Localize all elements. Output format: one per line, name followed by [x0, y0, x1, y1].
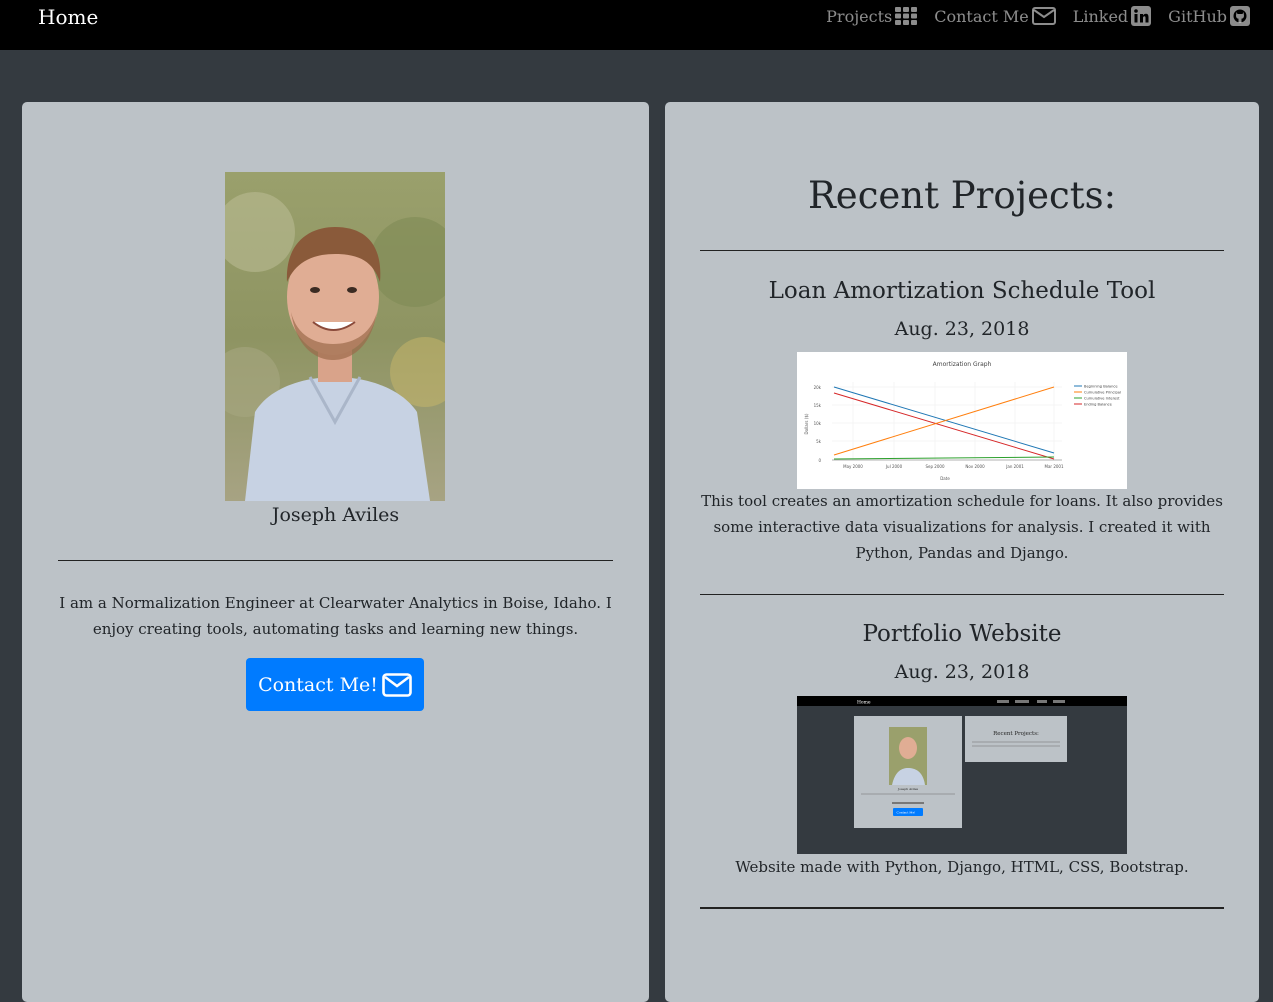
thumb-xtick: Jan 2001 — [1005, 464, 1024, 469]
thumb-xtick: Nov 2000 — [965, 464, 985, 469]
thumb-series-ending-balance — [833, 392, 1055, 460]
nav-link-label: Contact Me — [934, 6, 1029, 26]
thumb-legend-item: Beginning Balance — [1084, 385, 1118, 389]
thumb-button: Contact Me! — [897, 811, 916, 815]
project-title-portfolio-website[interactable]: Portfolio Website — [665, 621, 1259, 647]
envelope-icon — [382, 672, 412, 697]
project-date: Aug. 23, 2018 — [894, 661, 1030, 683]
thumb-brand: Home — [857, 700, 871, 706]
github-icon — [1230, 6, 1250, 26]
profile-photo — [225, 172, 445, 501]
thumb-ylabel: Dollars ($) — [804, 413, 809, 434]
nav-link-contact[interactable]: Contact Me — [934, 6, 1056, 26]
thumb-chart-title: Amortization Graph — [933, 361, 992, 368]
thumb-ytick: 0 — [818, 458, 821, 463]
thumb-legend-item: Ending Balance — [1084, 403, 1113, 407]
nav-link-github[interactable]: GitHub — [1168, 6, 1250, 26]
thumb-xtick: Jul 2000 — [885, 464, 903, 469]
projects-card: Recent Projects: Loan Amortization Sched… — [665, 102, 1259, 1002]
thumb-xtick: Sep 2000 — [926, 464, 945, 469]
thumb-series-cumulative-interest — [833, 456, 1055, 460]
divider — [700, 907, 1224, 909]
nav-link-linkedin[interactable]: Linked — [1072, 6, 1152, 26]
nav-link-label: Projects — [826, 6, 893, 26]
thumb-xtick: Mar 2001 — [1045, 464, 1064, 469]
project-thumbnail-amortization-graph[interactable]: Amortization Graph 0 5k 10k 15k 20k Doll… — [797, 352, 1127, 489]
projects-heading: Recent Projects: — [807, 174, 1117, 217]
contact-me-button[interactable]: Contact Me! — [246, 658, 424, 711]
project-description: This tool creates an amortization schedu… — [701, 492, 1223, 562]
contact-button-label: Contact Me! — [258, 673, 378, 696]
nav-links: Projects Contact Me Linked GitHub — [826, 6, 1250, 26]
thumb-ytick: 5k — [816, 439, 822, 444]
profile-card: Joseph Aviles I am a Normalization Engin… — [22, 102, 649, 1002]
envelope-icon — [1031, 7, 1056, 25]
thumb-heading: Recent Projects: — [993, 731, 1039, 737]
project-date: Aug. 23, 2018 — [894, 318, 1030, 340]
project-title-loan-tool[interactable]: Loan Amortization Schedule Tool — [665, 278, 1259, 304]
thumb-ytick: 15k — [814, 403, 822, 408]
nav-link-projects[interactable]: Projects — [826, 6, 918, 26]
nav-link-label: GitHub — [1168, 6, 1227, 26]
thumb-legend-item: Cumulative Interest — [1084, 397, 1120, 401]
navbar: Home Projects Contact Me Linked GitHub — [0, 0, 1273, 50]
thumb-ytick: 20k — [814, 385, 822, 390]
thumb-xlabel: Date — [940, 476, 950, 481]
divider — [58, 560, 613, 561]
thumb-legend-item: Cumulative Principal — [1084, 391, 1121, 395]
thumb-xtick: May 2000 — [843, 464, 863, 469]
navbar-brand-home[interactable]: Home — [38, 5, 98, 29]
linkedin-icon — [1131, 6, 1152, 26]
divider — [700, 594, 1224, 595]
project-thumbnail-portfolio[interactable]: Home Recent Projects: Joseph Aviles Cont… — [797, 696, 1127, 854]
divider — [700, 250, 1224, 251]
project-description: Website made with Python, Django, HTML, … — [735, 858, 1189, 876]
nav-link-label: Linked — [1072, 6, 1129, 26]
profile-bio: I am a Normalization Engineer at Clearwa… — [59, 594, 612, 638]
profile-name: Joseph Aviles — [271, 504, 400, 526]
thumb-ytick: 10k — [814, 421, 822, 426]
thumb-name: Joseph Aviles — [897, 787, 919, 791]
grid-icon — [895, 7, 918, 25]
